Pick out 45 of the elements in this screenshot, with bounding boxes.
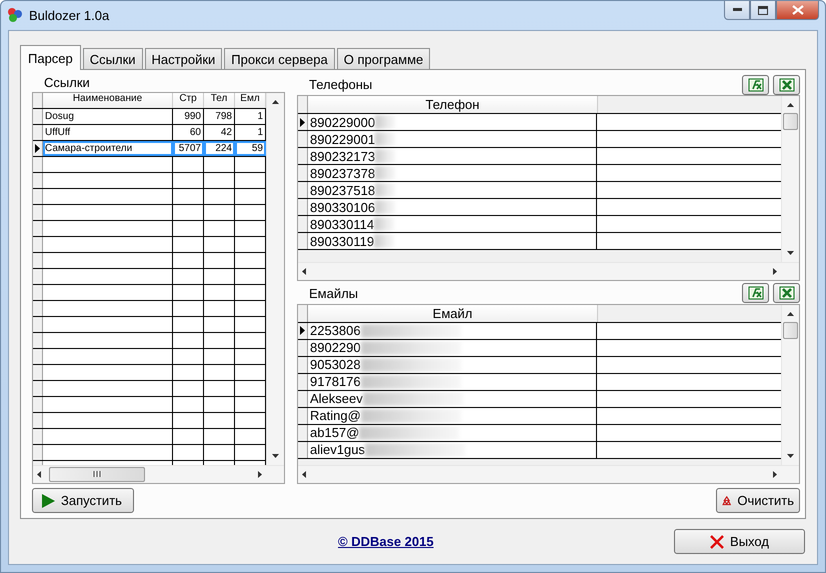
tab[interactable]: Настройки <box>144 48 222 69</box>
table-cell: 890330119 <box>310 234 374 249</box>
table-cell: 890330106 <box>310 200 376 215</box>
table-cell: 9178176 <box>310 374 361 390</box>
window-title: Buldozer 1.0a <box>29 8 110 23</box>
table-cell: 224 <box>204 140 235 156</box>
table-cell: 60 <box>173 124 204 140</box>
table-cell: ab157@ <box>310 425 360 440</box>
tab[interactable]: Прокси сервера <box>224 48 335 69</box>
table-cell: 890232173 <box>310 148 376 164</box>
column-header[interactable]: Емайл <box>308 304 598 322</box>
table-cell: 42 <box>204 124 235 140</box>
tab[interactable]: О программе <box>336 48 430 69</box>
clear-button[interactable]: Очистить <box>716 488 800 514</box>
table-cell: Rating@ <box>310 408 361 424</box>
table-cell: 59 <box>235 140 266 156</box>
table-cell: 5707 <box>173 140 204 156</box>
column-header[interactable]: Стр <box>173 92 204 108</box>
section-title: Ссылки <box>43 74 91 92</box>
table-cell: Alekseev <box>310 391 363 406</box>
table-cell: 8902290 <box>310 340 361 356</box>
table-cell: 798 <box>204 108 235 124</box>
section-title: Телефоны <box>309 77 372 92</box>
table-cell: Самара-строители <box>43 140 173 156</box>
table-cell: 9053028 <box>310 357 361 372</box>
run-button[interactable]: Запустить <box>32 488 134 514</box>
table-cell: Dosug <box>43 108 173 124</box>
tab[interactable]: Парсер <box>20 45 81 70</box>
table-cell: 990 <box>173 108 204 124</box>
column-header[interactable]: Наименование <box>43 92 173 108</box>
table-cell: 890229000 <box>310 114 376 130</box>
table-cell: 2253806 <box>310 323 361 338</box>
column-header[interactable]: Телефон <box>308 96 598 114</box>
copyright-link[interactable]: © DDBase 2015 <box>338 534 434 549</box>
table-cell: 890237518 <box>310 182 376 198</box>
column-header[interactable]: Емл <box>235 92 266 108</box>
exit-button[interactable]: Выход <box>674 529 805 554</box>
section-title: Емайлы <box>309 286 358 301</box>
table-cell: aliev1gus <box>310 442 365 458</box>
column-header[interactable]: Тел <box>204 92 235 108</box>
table-cell: 890330114 <box>310 216 374 232</box>
tab[interactable]: Ссылки <box>82 48 143 69</box>
table-cell: 890229001 <box>310 132 376 147</box>
table-cell: 890237378 <box>310 166 376 181</box>
table-cell: UffUff <box>43 124 173 140</box>
